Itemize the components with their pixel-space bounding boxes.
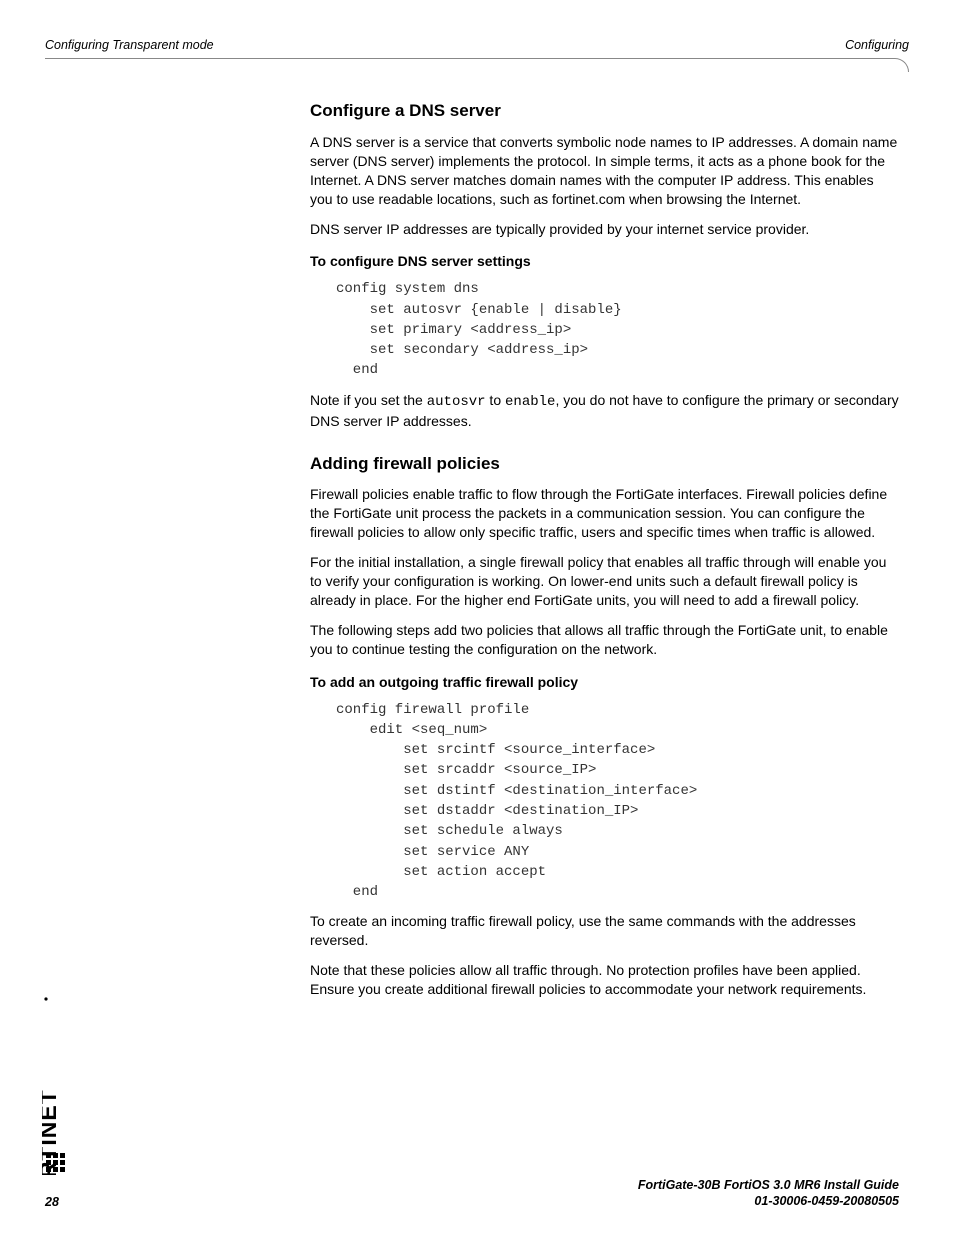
dns-paragraph-2: DNS server IP addresses are typically pr… [310,220,899,239]
document-page: Configuring Transparent mode Configuring… [0,0,954,1235]
inline-code-enable: enable [505,394,555,410]
page-header: Configuring Transparent mode Configuring [45,38,909,56]
header-left: Configuring Transparent mode [45,38,214,52]
note-text-1: Note if you set the [310,392,427,408]
footer-right: FortiGate-30B FortiOS 3.0 MR6 Install Gu… [638,1177,899,1210]
header-divider [45,58,909,72]
footer-doc-id: 01-30006-0459-20080505 [638,1193,899,1209]
fw-subheading: To add an outgoing traffic firewall poli… [310,673,899,692]
svg-text:F RTINET: F RTINET [42,1089,61,1175]
header-right: Configuring [845,38,909,52]
fw-paragraph-1: Firewall policies enable traffic to flow… [310,485,899,542]
dns-note: Note if you set the autosvr to enable, y… [310,391,899,431]
dns-paragraph-1: A DNS server is a service that converts … [310,133,899,209]
fortinet-logo-icon: F RTINET [42,995,70,1175]
inline-code-autosvr: autosvr [427,394,486,410]
content-area: Configure a DNS server A DNS server is a… [310,100,899,999]
heading-configure-dns: Configure a DNS server [310,100,899,123]
page-number: 28 [45,1195,59,1209]
fw-code-block: config firewall profile edit <seq_num> s… [336,700,899,903]
heading-firewall-policies: Adding firewall policies [310,453,899,476]
note-text-2: to [486,392,505,408]
dns-code-block: config system dns set autosvr {enable | … [336,279,899,380]
fw-paragraph-4: To create an incoming traffic firewall p… [310,912,899,950]
fw-paragraph-5: Note that these policies allow all traff… [310,961,899,999]
footer-guide-title: FortiGate-30B FortiOS 3.0 MR6 Install Gu… [638,1177,899,1193]
fw-paragraph-3: The following steps add two policies tha… [310,621,899,659]
dns-subheading: To configure DNS server settings [310,252,899,271]
page-footer: 28 FortiGate-30B FortiOS 3.0 MR6 Install… [45,1177,899,1210]
fw-paragraph-2: For the initial installation, a single f… [310,553,899,610]
